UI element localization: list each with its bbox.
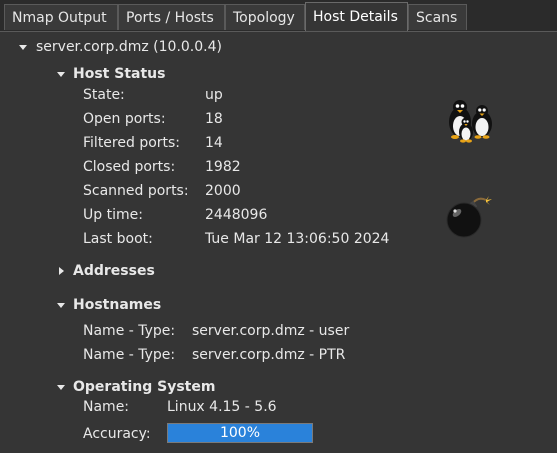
closed-ports-label: Closed ports: <box>83 159 176 175</box>
tab-ports-hosts[interactable]: Ports / Hosts <box>118 4 225 30</box>
accuracy-progress-bar: 100% <box>167 423 313 443</box>
tab-host-details[interactable]: Host Details <box>305 2 408 32</box>
operating-system-heading[interactable]: Operating System <box>73 378 215 396</box>
hostname-type-value-1: server.corp.dmz - user <box>192 323 350 339</box>
state-label: State: <box>83 87 125 103</box>
operating-system-expander-icon[interactable] <box>57 385 65 390</box>
up-time-value: 2448096 <box>205 207 268 223</box>
host-expander-icon[interactable] <box>19 45 27 50</box>
host-details-window: Nmap Output Ports / Hosts Topology Host … <box>0 0 557 453</box>
os-name-label: Name: <box>83 399 130 415</box>
host-title[interactable]: server.corp.dmz (10.0.0.4) <box>36 38 222 56</box>
open-ports-label: Open ports: <box>83 111 166 127</box>
scanned-ports-value: 2000 <box>205 183 241 199</box>
hostnames-heading[interactable]: Hostnames <box>73 296 161 314</box>
tab-scans[interactable]: Scans <box>408 4 467 30</box>
last-boot-label: Last boot: <box>83 231 153 247</box>
linux-penguins-icon <box>444 96 498 148</box>
host-status-heading[interactable]: Host Status <box>73 65 165 83</box>
accuracy-label: Accuracy: <box>83 426 151 442</box>
accuracy-progress-text: 100% <box>219 425 261 441</box>
last-boot-value: Tue Mar 12 13:06:50 2024 <box>205 231 390 247</box>
state-value: up <box>205 87 223 103</box>
tab-nmap-output[interactable]: Nmap Output <box>4 4 118 30</box>
addresses-expander-icon[interactable] <box>59 267 64 275</box>
open-ports-value: 18 <box>205 111 223 127</box>
bomb-icon <box>442 190 494 246</box>
filtered-ports-value: 14 <box>205 135 223 151</box>
filtered-ports-label: Filtered ports: <box>83 135 181 151</box>
hostname-type-value-2: server.corp.dmz - PTR <box>192 347 346 363</box>
tab-topology[interactable]: Topology <box>225 4 305 30</box>
up-time-label: Up time: <box>83 207 143 223</box>
hostnames-expander-icon[interactable] <box>57 303 65 308</box>
closed-ports-value: 1982 <box>205 159 241 175</box>
scanned-ports-label: Scanned ports: <box>83 183 189 199</box>
addresses-heading[interactable]: Addresses <box>73 262 155 280</box>
hostname-type-label-2: Name - Type: <box>83 347 176 363</box>
hostname-type-label-1: Name - Type: <box>83 323 176 339</box>
os-name-value: Linux 4.15 - 5.6 <box>167 399 277 415</box>
tab-bar-divider <box>0 31 557 32</box>
tab-bar: Nmap Output Ports / Hosts Topology Host … <box>0 0 557 32</box>
host-status-expander-icon[interactable] <box>57 72 65 77</box>
